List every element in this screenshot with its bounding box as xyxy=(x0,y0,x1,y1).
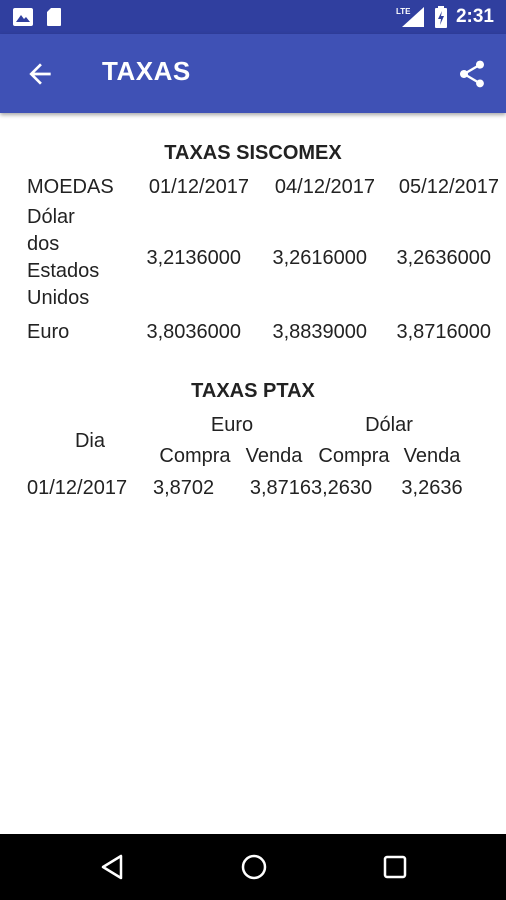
currency-word: Unidos xyxy=(27,287,90,309)
share-icon[interactable] xyxy=(456,58,488,90)
status-right: LTE 2:31 xyxy=(396,6,494,28)
header-date-1: 01/12/2017 xyxy=(148,175,249,198)
image-notification-icon xyxy=(13,8,33,26)
svg-text:LTE: LTE xyxy=(396,7,411,16)
ptax-euro-compra: 3,8702 xyxy=(153,476,215,499)
ptax-euro-venda: 3,8716 xyxy=(249,476,311,499)
status-left xyxy=(12,7,62,27)
header-date-2: 04/12/2017 xyxy=(274,175,375,198)
table-row: Euro 3,8036000 3,8839000 3,8716000 xyxy=(27,314,499,350)
value-cell: 3,8716000 xyxy=(396,320,491,343)
status-bar: LTE 2:31 xyxy=(0,0,506,34)
currency-word: Estados xyxy=(27,260,100,282)
page-title: TAXAS xyxy=(102,56,191,86)
header-dolar-compra: Compra xyxy=(318,444,390,467)
value-cell: 3,8839000 xyxy=(272,320,367,343)
header-dolar: Dólar xyxy=(365,413,413,436)
siscomex-table: MOEDAS 01/12/2017 04/12/2017 05/12/2017 … xyxy=(27,172,499,350)
header-dia: Dia xyxy=(74,429,105,452)
ptax-dia: 01/12/2017 xyxy=(27,476,128,499)
value-cell: 3,2636000 xyxy=(396,246,491,269)
currency-word: dos xyxy=(27,233,60,255)
header-euro-venda: Venda xyxy=(245,444,303,467)
siscomex-header-row: MOEDAS 01/12/2017 04/12/2017 05/12/2017 xyxy=(27,172,499,202)
table-row: Dólar dos Estados Unidos 3,2136000 3,261… xyxy=(27,202,499,314)
battery-charging-icon xyxy=(434,6,447,28)
currency-euro: Euro xyxy=(27,320,70,343)
status-time: 2:31 xyxy=(455,6,494,27)
table-row: 01/12/2017 3,8702 3,8716 3,2630 3,2636 xyxy=(27,472,467,504)
arrow-back-icon[interactable] xyxy=(24,58,56,90)
ptax-group-row: Dia Euro Dólar xyxy=(27,410,467,452)
value-cell: 3,2136000 xyxy=(146,246,241,269)
header-dolar-venda: Venda xyxy=(403,444,461,467)
currency-word: Dólar xyxy=(27,206,75,228)
value-cell: 3,2616000 xyxy=(272,246,367,269)
ptax-table: Dia Euro Dólar Compra Venda Compra Venda… xyxy=(27,410,467,504)
header-euro-compra: Compra xyxy=(159,444,231,467)
value-cell: 3,8036000 xyxy=(146,320,241,343)
ptax-dolar-compra: 3,2630 xyxy=(311,476,373,499)
sd-card-icon xyxy=(47,8,61,26)
lte-signal-icon: LTE xyxy=(396,7,424,27)
app-bar: TAXAS xyxy=(0,34,506,113)
navigation-bar xyxy=(0,834,506,900)
nav-back-icon[interactable] xyxy=(98,852,128,882)
currency-dolar: Dólar dos Estados Unidos xyxy=(27,202,123,314)
header-euro: Euro xyxy=(210,413,254,436)
ptax-dolar-venda: 3,2636 xyxy=(401,476,463,499)
header-date-3: 05/12/2017 xyxy=(398,175,499,198)
ptax-title: TAXAS PTAX xyxy=(191,380,315,402)
siscomex-title: TAXAS SISCOMEX xyxy=(164,142,342,164)
nav-home-icon[interactable] xyxy=(239,852,269,882)
nav-recents-icon[interactable] xyxy=(380,852,410,882)
header-moedas: MOEDAS xyxy=(27,175,114,198)
